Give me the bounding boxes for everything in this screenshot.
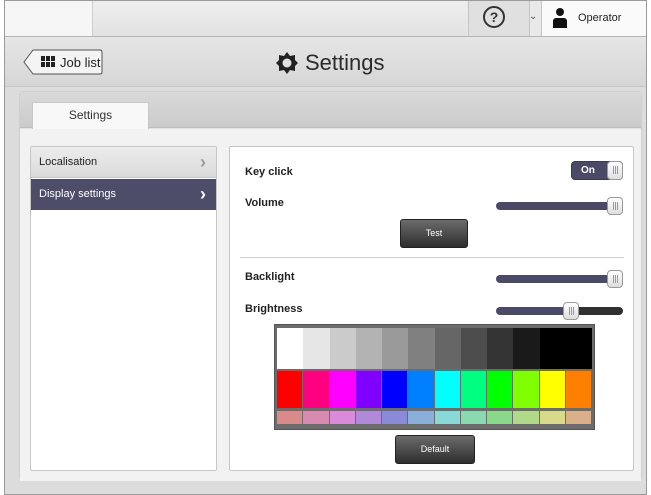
page-title: Settings <box>305 50 385 75</box>
user-menu[interactable]: Operator <box>541 1 646 36</box>
pastel-swatch[interactable] <box>487 411 513 424</box>
title-bar: Job list Settings <box>5 37 646 87</box>
color-swatch[interactable] <box>513 371 539 408</box>
pastel-swatch[interactable] <box>329 411 355 424</box>
menu-item-display-settings[interactable]: Display settings › <box>31 179 216 210</box>
gray-swatch[interactable] <box>408 328 435 369</box>
color-swatch[interactable] <box>382 371 408 408</box>
color-swatch[interactable] <box>565 371 591 408</box>
tab-settings[interactable]: Settings <box>32 102 149 129</box>
tab-strip: Settings <box>20 92 641 129</box>
pastel-swatch[interactable] <box>460 411 486 424</box>
pastel-swatch[interactable] <box>565 411 591 424</box>
status-bar-strip <box>93 1 467 36</box>
gray-swatch[interactable] <box>460 328 487 369</box>
color-swatch[interactable] <box>277 371 303 408</box>
grayscale-row <box>277 328 592 369</box>
gray-swatch[interactable] <box>277 328 304 369</box>
toggle-knob <box>607 161 623 180</box>
status-bar-left <box>5 1 93 36</box>
display-settings-panel: Key click On Volume Test Backlight Brigh… <box>229 146 634 471</box>
chevron-right-icon: › <box>200 152 206 172</box>
brightness-slider[interactable] <box>496 307 623 315</box>
backlight-label: Backlight <box>245 271 295 283</box>
gray-swatch[interactable] <box>382 328 409 369</box>
color-swatch[interactable] <box>303 371 329 408</box>
volume-slider-handle[interactable] <box>607 197 623 215</box>
key-click-toggle[interactable]: On <box>571 161 623 180</box>
user-icon <box>552 8 568 28</box>
page-title-group: Settings <box>275 49 405 77</box>
pastel-swatch[interactable] <box>355 411 381 424</box>
job-list-back-button[interactable]: Job list <box>23 49 103 75</box>
color-swatch[interactable] <box>487 371 513 408</box>
volume-label: Volume <box>245 197 284 209</box>
gray-swatch[interactable] <box>565 328 592 369</box>
help-button[interactable]: ? <box>468 1 530 36</box>
color-palette <box>274 324 595 430</box>
toggle-state: On <box>581 165 595 176</box>
menu-item-localisation[interactable]: Localisation › <box>31 147 216 178</box>
pastel-swatch[interactable] <box>434 411 460 424</box>
color-swatch[interactable] <box>408 371 434 408</box>
brightness-label: Brightness <box>245 303 303 315</box>
job-list-label: Job list <box>60 55 101 70</box>
content-area: Settings Localisation › Display settings… <box>19 91 642 481</box>
pastel-swatch[interactable] <box>539 411 565 424</box>
backlight-slider[interactable] <box>496 275 623 283</box>
color-row <box>277 371 592 408</box>
user-name: Operator <box>578 12 622 24</box>
chevron-down-icon[interactable]: ⌄ <box>529 11 541 25</box>
menu-item-label: Display settings <box>39 188 117 200</box>
volume-slider[interactable] <box>496 202 623 210</box>
color-swatch[interactable] <box>539 371 565 408</box>
pastel-swatch[interactable] <box>382 411 408 424</box>
pastel-row <box>277 411 592 424</box>
pastel-swatch[interactable] <box>408 411 434 424</box>
gray-swatch[interactable] <box>539 328 566 369</box>
gray-swatch[interactable] <box>303 328 330 369</box>
color-swatch[interactable] <box>355 371 381 408</box>
help-icon: ? <box>483 6 505 28</box>
grid-icon <box>41 56 57 68</box>
gray-swatch[interactable] <box>329 328 356 369</box>
default-button[interactable]: Default <box>395 435 475 464</box>
color-swatch[interactable] <box>434 371 460 408</box>
gray-swatch[interactable] <box>487 328 514 369</box>
menu-item-label: Localisation <box>39 156 98 168</box>
chevron-right-icon: › <box>200 184 206 204</box>
color-swatch[interactable] <box>329 371 355 408</box>
settings-menu: Localisation › Display settings › <box>30 146 217 471</box>
pastel-swatch[interactable] <box>277 411 303 424</box>
pastel-swatch[interactable] <box>303 411 329 424</box>
key-click-label: Key click <box>245 166 293 178</box>
gear-icon <box>276 52 298 74</box>
status-bar: ? ⌄ Operator <box>5 1 646 37</box>
backlight-slider-handle[interactable] <box>607 270 623 288</box>
app-screen: ? ⌄ Operator Job list Settings Settings … <box>4 0 647 495</box>
color-swatch[interactable] <box>460 371 486 408</box>
section-divider <box>240 257 624 258</box>
gray-swatch[interactable] <box>355 328 382 369</box>
gray-swatch[interactable] <box>434 328 461 369</box>
gray-swatch[interactable] <box>513 328 540 369</box>
test-button[interactable]: Test <box>400 219 468 248</box>
pastel-swatch[interactable] <box>513 411 539 424</box>
brightness-slider-handle[interactable] <box>562 302 579 320</box>
panel-area: Localisation › Display settings › Key cl… <box>20 129 641 481</box>
